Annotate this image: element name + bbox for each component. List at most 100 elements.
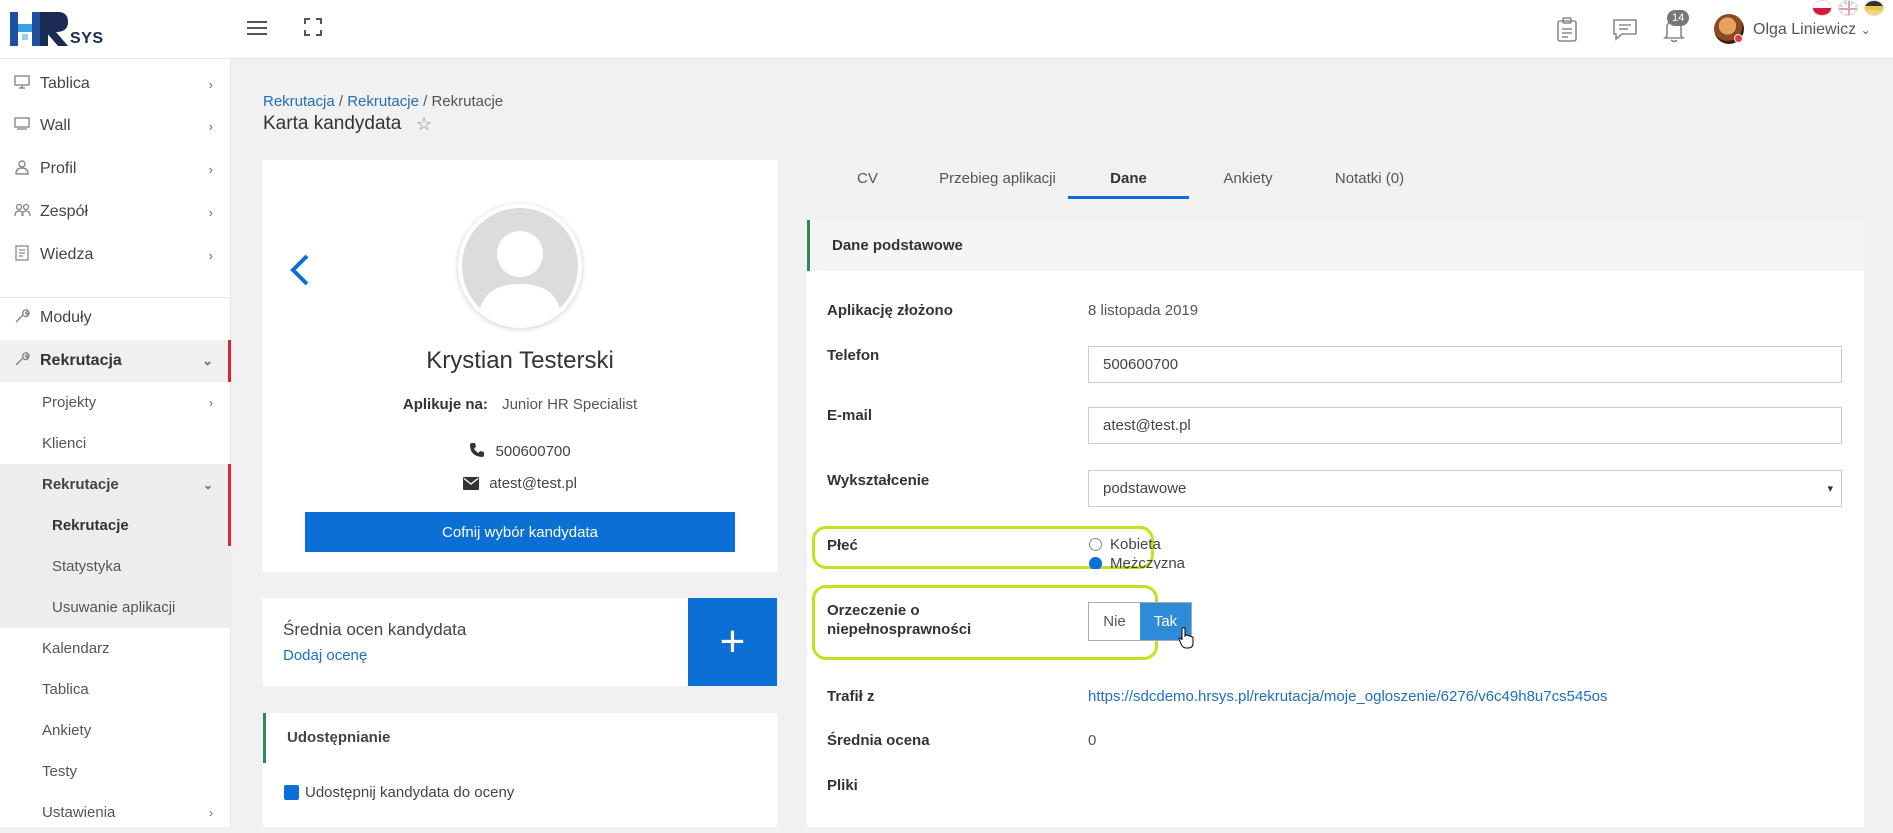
sharing-card: Udostępnianie Udostępnij kandydata do oc… (263, 713, 777, 827)
sidebar-sub-kalendarz[interactable]: Kalendarz (0, 628, 231, 669)
applies-value: Junior HR Specialist (502, 396, 638, 413)
cancel-selection-button[interactable]: Cofnij wybór kandydata (305, 512, 735, 552)
sidebar-item-wall[interactable]: Wall › (0, 105, 231, 147)
breadcrumb-link-rekrutacje[interactable]: Rekrutacje (347, 93, 419, 110)
files-label: Pliki (827, 777, 858, 794)
sidebar-item-profil[interactable]: Profil › (0, 148, 231, 190)
notifications-badge: 14 (1667, 10, 1690, 26)
rating-card: Średnia ocen kandydata Dodaj ocenę + (263, 598, 777, 686)
sidebar-sub-klienci[interactable]: Klienci (0, 423, 231, 464)
sidebar-sub-tablica[interactable]: Tablica (0, 669, 231, 710)
polish-flag-icon[interactable] (1812, 0, 1832, 16)
gender-label: Płeć (827, 537, 858, 554)
radio-male[interactable] (1089, 557, 1102, 569)
education-select[interactable]: podstawowe ▾ (1088, 470, 1842, 507)
sidebar-item-label: Profil (40, 160, 77, 177)
panel-title: Dane podstawowe (832, 237, 963, 254)
status-dot (1734, 34, 1743, 43)
sidebar-sub-label: Klienci (42, 435, 87, 452)
chevron-right-icon: › (208, 118, 213, 134)
applies-label: Aplikuje na: (402, 396, 488, 413)
add-rating-button[interactable]: + (688, 598, 777, 686)
back-arrow-icon[interactable] (287, 250, 311, 290)
email-field[interactable]: atest@test.pl (1088, 407, 1842, 444)
star-icon[interactable]: ☆ (416, 114, 432, 135)
source-link[interactable]: https://sdcdemo.hrsys.pl/rekrutacja/moje… (1088, 688, 1607, 705)
disability-label: Orzeczenie o niepełnosprawności (827, 601, 971, 639)
fullscreen-icon[interactable] (301, 18, 325, 42)
education-label: Wykształcenie (827, 472, 930, 489)
tab-notatki[interactable]: Notatki (0) (1327, 170, 1412, 187)
sidebar-sub-label: Usuwanie aplikacji (52, 599, 176, 616)
caret-down-icon: ▾ (1827, 483, 1833, 495)
sidebar-item-label: Wall (40, 117, 71, 134)
sidebar-item-label: Wiedza (40, 246, 94, 263)
applied-value: 8 listopada 2019 (1088, 302, 1199, 319)
user-menu[interactable]: Olga Liniewicz ⌄ (1753, 21, 1871, 39)
sidebar-item-label: Zespół (40, 203, 89, 220)
wall-icon (12, 117, 32, 135)
sidebar-sub-usuwanie[interactable]: Usuwanie aplikacji (0, 587, 231, 628)
disability-toggle[interactable]: Nie Tak (1088, 602, 1192, 641)
chevron-down-icon: ⌄ (202, 353, 213, 368)
sidebar-item-moduly[interactable]: Moduły (0, 297, 231, 339)
sidebar-item-rekrutacja[interactable]: Rekrutacja ⌄ (0, 340, 231, 382)
sharing-title: Udostępnianie (287, 729, 391, 746)
tab-dane[interactable]: Dane (1068, 170, 1189, 187)
applied-label: Aplikację złożono (827, 302, 953, 319)
sidebar-sub-rekrutacje-child[interactable]: Rekrutacje (0, 505, 231, 546)
education-select-value: podstawowe (1103, 480, 1187, 497)
breadcrumb-separator: / (338, 93, 344, 110)
breadcrumb: Rekrutacja / Rekrutacje / Rekrutacje (263, 93, 503, 110)
add-rating-link[interactable]: Dodaj ocenę (283, 647, 367, 664)
sidebar-sub-projekty[interactable]: Projekty › (0, 382, 231, 423)
top-header: SYS 14 Olga Liniewicz ⌄ (0, 0, 1893, 59)
tab-cv[interactable]: CV (857, 170, 878, 187)
sidebar-item-tablica[interactable]: Tablica › (0, 63, 231, 105)
candidate-profile-card: Krystian Testerski Aplikuje na: Junior H… (263, 160, 777, 572)
tab-ankiety[interactable]: Ankiety (1218, 170, 1278, 187)
hrsys-logo[interactable]: SYS (10, 10, 110, 50)
toggle-no-button[interactable]: Nie (1089, 603, 1140, 640)
sidebar-item-label: Tablica (40, 75, 90, 92)
tab-przebieg-aplikacji[interactable]: Przebieg aplikacji (930, 170, 1065, 187)
sidebar-sub-testy[interactable]: Testy (0, 751, 231, 792)
section-accent-bar (807, 220, 810, 271)
chevron-right-icon: › (209, 395, 213, 410)
share-checkbox[interactable] (284, 785, 299, 800)
chevron-right-icon: › (208, 204, 213, 220)
clipboard-icon[interactable] (1555, 17, 1581, 43)
user-name: Olga Liniewicz (1753, 21, 1857, 38)
sidebar-item-wiedza[interactable]: Wiedza › (0, 234, 231, 276)
panel-header: Dane podstawowe (807, 220, 1864, 271)
email-icon (463, 477, 480, 494)
sidebar-sub-ankiety[interactable]: Ankiety (0, 710, 231, 751)
sidebar-item-zespol[interactable]: Zespół › (0, 191, 231, 233)
chevron-right-icon: › (209, 805, 213, 820)
radio-female[interactable] (1089, 538, 1102, 551)
messages-icon[interactable] (1612, 17, 1638, 43)
sidebar-sub-statystyka[interactable]: Statystyka (0, 546, 231, 587)
breadcrumb-link-rekrutacja[interactable]: Rekrutacja (263, 93, 335, 110)
phone-field[interactable]: 500600700 (1088, 346, 1842, 383)
avg-rating-value: 0 (1088, 732, 1097, 749)
logo-text: SYS (70, 30, 104, 47)
sidebar-sub-rekrutacje[interactable]: Rekrutacje ⌄ (0, 464, 231, 505)
candidate-name: Krystian Testerski (426, 347, 614, 374)
logo-mark-icon (10, 12, 68, 46)
active-tab-indicator (1068, 196, 1189, 199)
sidebar-sub-label: Ankiety (42, 722, 92, 739)
sidebar-sub-label: Kalendarz (42, 640, 110, 657)
disability-label-line1: Orzeczenie o (827, 602, 920, 619)
chevron-down-icon: ⌄ (1860, 23, 1871, 37)
male-option-clip: Mężczyzna (1087, 555, 1507, 569)
wrench-icon (12, 351, 32, 371)
german-flag-icon[interactable] (1864, 0, 1884, 16)
chevron-down-icon: ⌄ (202, 477, 213, 492)
source-label: Trafił z (827, 688, 875, 705)
hamburger-menu-icon[interactable] (245, 18, 269, 42)
english-flag-icon[interactable] (1838, 0, 1858, 16)
sidebar-sub-label: Rekrutacje (42, 476, 119, 493)
chevron-right-icon: › (208, 247, 213, 263)
sidebar-sub-label: Projekty (42, 394, 97, 411)
